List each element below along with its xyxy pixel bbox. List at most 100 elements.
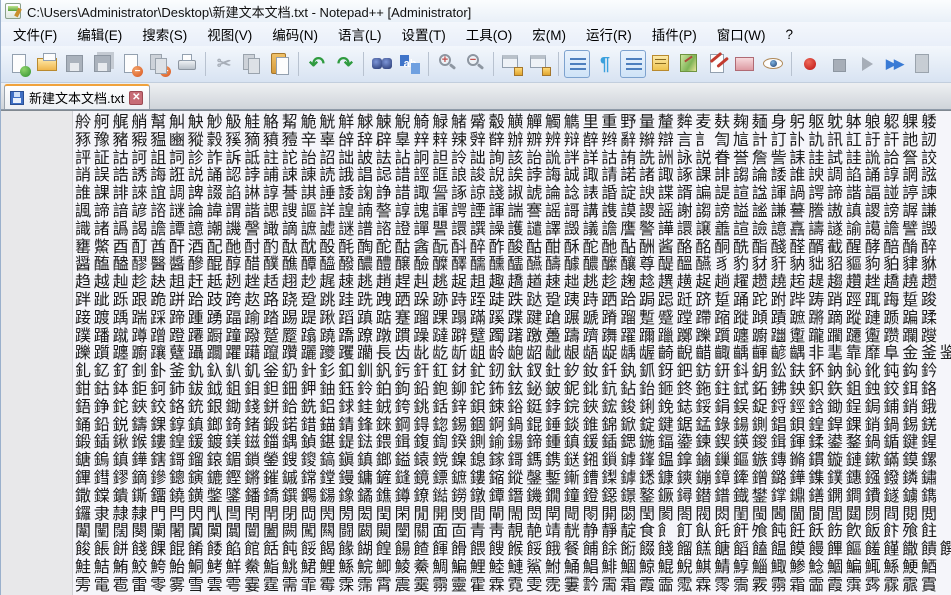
menu-item-4[interactable]: 编码(N) [262, 21, 328, 47]
menu-item-10[interactable]: 插件(P) [642, 21, 707, 47]
replace-icon-glyph: ab [397, 50, 423, 78]
macro-record-icon[interactable] [797, 50, 823, 78]
text-line-24: 闈闉闊闋闌闍闐闑闒闓闔闕闖闗闘闙闚闛關面靣青靑靚靘靖靗静靜靛食飠飣飤飥飦飧飩飪飫… [75, 522, 951, 540]
menu-item-1[interactable]: 编辑(E) [67, 21, 132, 47]
notepad-plus-plus-window: C:\Users\Administrator\Desktop\新建文本文档.tx… [0, 0, 951, 595]
menu-item-5[interactable]: 语言(L) [328, 21, 392, 47]
menu-item-9[interactable]: 运行(R) [576, 21, 642, 47]
text-line-8: 罋鱉酉酊酋酐酒配酏酎酌酞酖酘酕醄酡酤酓酛酙醉酢酸酤酣酥酡酏酟酬酱酪酩酮酰酯醆醛醑… [75, 238, 951, 256]
zoom-out-icon[interactable]: − [462, 50, 488, 78]
plus-badge [20, 66, 31, 77]
text-line-10: 趋越赸趁赽趄赶赿趔趖趏趐赻趘趚趒趙趕赳趒趗趄趣趫趥趚趉趒趁趜趝趩趪趗趟趯趱趬趤趧… [75, 273, 951, 291]
text-line-2: 豩豫豬豭豱豳豵豰豯豴豶豷辛辜辝辞辟辠辡辢辣辤辥辦辧辨辩辪辫辭辮辯言訁訇訄計訂訃訅… [75, 131, 951, 149]
zoom-out-icon-glyph: − [460, 46, 486, 74]
text-line-23: 鑼隶隷隸門閂閃閄閆閇閈閉閊閌閍閎閏閑閒開閔間閘閙閚閛閜閝閞閟閠閡閤閥閦閨閩閪閫閬… [75, 505, 951, 523]
text-line-1: 舲舸艉艄幫觓觖觘觙觟觡觢觤觥觧觩觫觬觭觮觰觱觳觵觶觸觹里重野量釐麰麦麸麹麺身躬躯… [75, 113, 951, 131]
close-all-icon[interactable]: − [146, 50, 172, 78]
text-line-3: 評証詁訶詛詞診詐訴詆註詑詒詔詘詖詓詀詗詚詅詘詢該詒詤詊詳詁詴詵詶詠説眷誉詹訾誄詿… [75, 149, 951, 167]
zoom-in-icon[interactable]: + [434, 50, 460, 78]
menu-item-0[interactable]: 文件(F) [3, 21, 67, 47]
menu-item-6[interactable]: 设置(T) [392, 21, 456, 47]
text-line-17: 鋙錚鉈鋏鉸鉻銃銀鋤錢鉼鉿銑鋁銶銈銊銙銚銛鋅鋇鋉鋊鋌鋍鋎鋏鋐鋑鋓鋔鋕鋖鋗鋘鋜鋝鋞鋡… [75, 398, 951, 416]
find-icon[interactable] [369, 50, 395, 78]
show-all-characters-icon-glyph: ¶ [592, 50, 618, 78]
indent-guide-icon[interactable] [620, 50, 646, 78]
toolbar-separator [428, 52, 429, 76]
menu-item-11[interactable]: 窗口(W) [707, 21, 776, 47]
text-line-19: 鍛鍤鍬鍭鏤鍠鍰鍍鎂鎡鍿鍝鍞鍖鍉鍅鍡鍓鍑鍧鍨鍘鍮鍚鍗鍾鎮鍰鍤鍶鍦鍢鍌鍊鍥鍈鍐鍓鍕鍒… [75, 433, 951, 451]
menu-bar: 文件(F)编辑(E)搜索(S)视图(V)编码(N)语言(L)设置(T)工具(O)… [1, 22, 951, 46]
cut-icon[interactable]: ✂ [211, 50, 237, 78]
editor-area: 舲舸艉艄幫觓觖觘觙觟觡觢觤觥觧觩觫觬觭觮觰觱觳觵觶觸觹里重野量釐麰麦麸麹麺身躬躯… [1, 110, 951, 595]
minus-badge: − [160, 66, 171, 77]
menu-item-7[interactable]: 工具(O) [456, 21, 523, 47]
text-line-18: 銿鉛鋭鑄錁錞鎮鎯錡鍺鍛鍩錯錨錆鋒錸鋼鍀鍃錫錮錒鍋錕錘錟錐錦鍁錠鍵鋸錳錄鍚鍘錩鋇鍠… [75, 416, 951, 434]
toolbar-separator [205, 52, 206, 76]
toolbar-separator [493, 52, 494, 76]
menu-item-12[interactable]: ? [775, 24, 803, 45]
redo-icon[interactable]: ↷ [332, 50, 358, 78]
toolbar-separator [558, 52, 559, 76]
print-icon[interactable] [174, 50, 200, 78]
project-panel-icon[interactable] [732, 50, 758, 78]
macro-run-multiple-icon[interactable]: ▶▶ [881, 50, 907, 78]
tab-bar: 新建文本文档.txt ✕ [1, 83, 951, 110]
redo-icon-glyph: ↷ [332, 50, 358, 78]
text-line-6: 諷諦諳諺諮謎論諱謂諧諰謏謳詳諻諵謷諄謉諢諤諲諢諯謇謡謌講謢謨謖謡謝謅謗謚謐謙謩謄… [75, 202, 951, 220]
paste-icon[interactable] [267, 50, 293, 78]
menu-item-2[interactable]: 搜索(S) [132, 21, 197, 47]
show-all-characters-icon[interactable]: ¶ [592, 50, 618, 78]
notepad-plus-plus-icon [5, 3, 21, 19]
tab-label: 新建文本文档.txt [29, 88, 124, 107]
document-switcher-icon[interactable] [704, 50, 730, 78]
open-file-icon[interactable] [34, 50, 60, 78]
text-line-12: 踥踱踽踹踩蹄踵踴踾踰踏踢踶踿蹈蹎踮蹇蹓踝蹋蹣蹊蹀踺蹌蹍蹏蹐蹓蹔蹙蹚蹛蹜蹝蹞蹟蹠蹡… [75, 309, 951, 327]
document-map-icon[interactable] [676, 50, 702, 78]
title-bar: C:\Users\Administrator\Desktop\新建文本文档.tx… [1, 0, 951, 22]
macro-stop-icon[interactable] [825, 50, 851, 78]
save-all-icon[interactable] [90, 50, 116, 78]
text-line-20: 鎕鎢鎮鏵鎋鎶鎦鎄鎇鎖鎣鎪鎫鎬鎭鎮鎯鎰鎱鎲鎳鎴鎵鎶鎷鎸鎹鎺鎻鎼鎽鎾鎿鏀鏁鏂鏃鏄鏅鏆… [75, 451, 951, 469]
function-list-icon[interactable] [648, 50, 674, 78]
text-line-13: 蹼蹯蹴蹲蹭蹬蹮蹰蹱蹳蹵蹷蹹蹺蹻蹽蹾躀躁躂躃躄躅躇躈躉躊躋躌躍躎躐躑躒躓躔躕躖躗躘… [75, 327, 951, 345]
toolbar: −−✂↶↷ab+−¶▶▶ [1, 46, 951, 83]
sync-horizontal-icon[interactable] [527, 50, 553, 78]
zoom-in-icon-glyph: + [432, 46, 458, 74]
text-line-26: 鮭鮚鮪鮫鮬鮐鮦鮳鮮鮝鮨鮡鮶鯉鯀鯇鯽鯪鯗鯛鯿鯉鯥鰱鯊鮒鯒鯧鯡鯝鯨鯤鯢鯕鯖鯙鯔鯫鯵鯰… [75, 558, 951, 576]
copy-icon[interactable] [239, 50, 265, 78]
monitoring-icon[interactable] [760, 50, 786, 78]
cut-icon-glyph: ✂ [211, 50, 237, 78]
text-line-4: 誚誤誥誘誨誑説誦認誖誧誎諌読誐誯誋諎誙誆誏誜誽誒誖誨誠諏請諾諸諏諑課誹謅論諉誰諛… [75, 166, 951, 184]
tab-close-icon[interactable]: ✕ [129, 91, 143, 105]
menu-item-8[interactable]: 宏(M) [522, 21, 576, 47]
text-line-25: 餕餦餅餞餜餛餚餧餡館餂飩餒餲餯餬餭餳餷餫餶餵餿餱餒餓餐餔餘餰餟餞餾餻餹饀饁饂饃饅… [75, 540, 951, 558]
tab-新建文本文档.txt[interactable]: 新建文本文档.txt ✕ [4, 84, 150, 109]
menu-item-3[interactable]: 视图(V) [197, 21, 262, 47]
macro-save-icon[interactable] [909, 50, 935, 78]
replace-icon[interactable]: ab [397, 50, 423, 78]
word-wrap-icon[interactable] [564, 50, 590, 78]
save-icon[interactable] [62, 50, 88, 78]
minus-badge: − [132, 66, 143, 77]
macro-play-icon[interactable] [853, 50, 879, 78]
text-line-27: 雱電雹雷零雾雪雲雩霎霆需霏霉霂霈霄震霙霛靈霍霖霓雯霃霋霒霌霜霞霝霐霖霗霘霚霛霜霝… [75, 576, 951, 594]
text-line-14: 躒躓躔躕躟躠躡躢躣躤躥躦躧躨躩躪長齿龀龁龂龃龄龅龆龇龈龉龊龋龌齮齯齰齱齲齳齴齵非… [75, 344, 951, 362]
saved-floppy-icon [10, 91, 24, 105]
undo-icon-glyph: ↶ [304, 50, 330, 78]
close-icon[interactable]: − [118, 50, 144, 78]
undo-icon[interactable]: ↶ [304, 50, 330, 78]
sync-vertical-icon[interactable] [499, 50, 525, 78]
text-area[interactable]: 舲舸艉艄幫觓觖觘觙觟觡觢觤觥觧觩觫觬觭觮觰觱觳觵觶觸觹里重野量釐麰麦麸麹麺身躬躯… [73, 111, 951, 595]
toolbar-separator [298, 52, 299, 76]
new-file-icon[interactable] [6, 50, 32, 78]
text-line-15: 釓釔釕釗釙釜釚釞釟釠釡釢針釤釦釧釩釫釬釭釮釯釰釱釵釷釸釹釺釻釽釾鈀鈁鈃鈄鈅鈆鈇鈈… [75, 362, 951, 380]
text-line-16: 鉗鈷鉢鉅鈳鈰鈸鉞鉏鉬鉭鈿鉀鈾鈺鈴鉑鉤鉛鉋鉚鉈鈽鉉鉍鈹鈮鉳鈧鉆鈶鉔鉖鉇鉒鉽鉐鉘鉠鉙… [75, 380, 951, 398]
text-line-5: 誰課誹誺誼調諀諁諂諃諄諅諆諈諉諊諍諎諏諐諑諒諓諔諕論諗諘諙諚諛諜諝諞諟諠諡諢諣諤… [75, 184, 951, 202]
editor-margin [1, 111, 73, 595]
text-line-9: 醤醢醠醪醫醬醦醌醇醋醭醮醰醯醱醲醴醸醶醾醳醹醺醽醼醻醵醲醿釀尊醍醞醼豸豹豺豻豽貀… [75, 255, 951, 273]
window-title: C:\Users\Administrator\Desktop\新建文本文档.tx… [27, 2, 471, 21]
toolbar-separator [363, 52, 364, 76]
toolbar-separator [791, 52, 792, 76]
macro-run-multiple-icon-glyph: ▶▶ [881, 50, 907, 78]
text-line-22: 鏾鏿鐀鐁鐂鐃鐄鐅鐆鐇鐈鐉鐊鐋鐌鐍鐎鐏鐐鐑鐒鐓鐔鐕鐖鐗鐘鐙鐚鐛鐜鐝鐞鐟鐠鐡鐢鐣鐤鐥… [75, 487, 951, 505]
